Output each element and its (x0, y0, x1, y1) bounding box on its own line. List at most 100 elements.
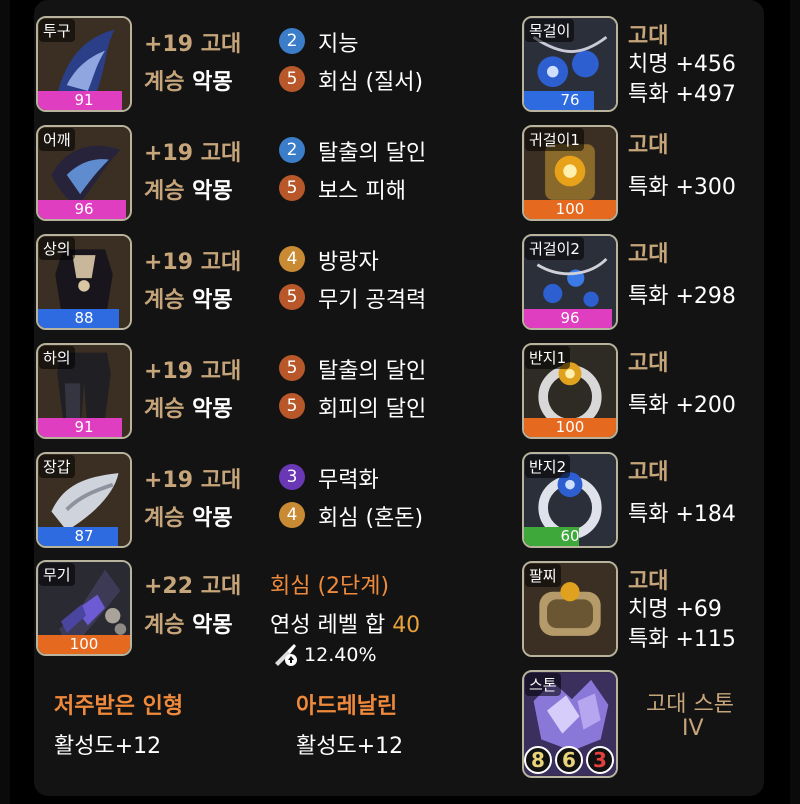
accessory-stat: 치명 +69 (628, 597, 722, 622)
quality-value: 100 (555, 200, 585, 218)
slot-label: 귀걸이2 (525, 237, 584, 260)
grade: 고대 (200, 574, 242, 599)
succession-value: 악몽 (192, 70, 233, 95)
refine-label: 연성 레벨 합 (270, 613, 386, 638)
quality-value: 100 (69, 635, 99, 653)
upgrade-grade: +19 고대 (144, 26, 241, 58)
succession-value: 악몽 (192, 397, 233, 422)
bracelet-effect-2-name: 아드레날린 (296, 694, 398, 719)
quality-value: 96 (74, 200, 94, 218)
accessory-tile[interactable]: 반지1 100 (522, 343, 618, 439)
weapon-tile[interactable]: 무기 100 (36, 560, 132, 656)
upgrade-level: +19 (144, 250, 194, 275)
quality-bar: 88 (38, 309, 130, 328)
quality-value: 100 (555, 418, 585, 436)
effect-name: 회심 (혼돈) (318, 506, 424, 531)
upgrade-grade: +19 고대 (144, 462, 241, 494)
armor-tile[interactable]: 어깨 96 (36, 125, 132, 221)
quality-bar: 76 (524, 91, 616, 110)
grade: 고대 (200, 359, 242, 384)
effect-name: 무력화 (318, 468, 379, 493)
effect-level-badge: 5 (279, 355, 305, 381)
upgrade-level: +22 (144, 574, 194, 599)
grade: 고대 (200, 141, 242, 166)
quality-fill (524, 91, 594, 110)
slot-label: 목걸이 (525, 19, 575, 42)
effect-level-badge: 5 (279, 284, 305, 310)
accessory-stat: 특화 +298 (628, 284, 736, 309)
armor-tile[interactable]: 장갑 87 (36, 452, 132, 548)
quality-bar: 91 (38, 418, 130, 437)
bracelet-effect-1-stat: 활성도+12 (54, 734, 162, 759)
weapon-refine: 연성 레벨 합 40 (270, 607, 420, 639)
grade: 고대 (200, 32, 242, 57)
bracelet-effect-1-name: 저주받은 인형 (54, 694, 184, 719)
weapon-effect: 회심 (2단계) (270, 574, 390, 599)
left-edge (0, 0, 10, 804)
refine-value: 40 (392, 613, 421, 638)
slot-label: 어깨 (39, 128, 75, 151)
quality-bar: 96 (38, 200, 130, 219)
effect-name: 회심 (질서) (318, 70, 424, 95)
armor-tile[interactable]: 하의 91 (36, 343, 132, 439)
accessory-tile[interactable]: 목걸이 76 (522, 16, 618, 112)
effect-name: 회피의 달인 (318, 397, 427, 422)
slot-label: 귀걸이1 (525, 128, 584, 151)
upgrade-level: +19 (144, 359, 194, 384)
slot-label: 스톤 (525, 673, 561, 696)
succession: 계승 악몽 (144, 173, 233, 205)
quality-value: 76 (560, 91, 580, 109)
upgrade-grade: +19 고대 (144, 135, 241, 167)
upgrade-level: +19 (144, 32, 194, 57)
upgrade-grade: +19 고대 (144, 353, 241, 385)
effect-level-badge: 5 (279, 393, 305, 419)
succession-value: 악몽 (192, 288, 233, 313)
weapon-upgrade-grade: +22 고대 (144, 568, 241, 600)
quality-value: 91 (74, 418, 94, 436)
accessory-stat: 특화 +115 (628, 627, 736, 652)
sword-upgrade-icon (275, 644, 297, 666)
stone-value-2: 6 (555, 746, 583, 774)
accessory-stat: 특화 +184 (628, 502, 736, 527)
effect-level-badge: 2 (279, 28, 305, 54)
succession-label: 계승 (144, 70, 185, 95)
quality-bar: 91 (38, 91, 130, 110)
right-edge (790, 0, 800, 804)
slot-label: 팔찌 (525, 564, 561, 587)
stone-value-1: 8 (524, 746, 552, 774)
armor-tile[interactable]: 상의 88 (36, 234, 132, 330)
succession: 계승 악몽 (144, 64, 233, 96)
succession-label: 계승 (144, 397, 185, 422)
quality-bar: 60 (524, 527, 616, 546)
succession-value: 악몽 (192, 179, 233, 204)
quality-bar: 87 (38, 527, 130, 546)
quality-bar: 100 (524, 200, 616, 219)
grade: 고대 (628, 133, 669, 158)
accessory-tile[interactable]: 팔찌 (522, 561, 618, 657)
effect-level-badge: 4 (279, 246, 305, 272)
succession: 계승 악몽 (144, 500, 233, 532)
grade: 고대 (628, 460, 669, 485)
quality-value: 60 (560, 527, 580, 545)
upgrade-grade: +19 고대 (144, 244, 241, 276)
slot-label: 투구 (39, 19, 75, 42)
stone-title: 고대 스톤 (646, 692, 734, 717)
effect-level-badge: 4 (279, 502, 305, 528)
accessory-tile[interactable]: 귀걸이1 100 (522, 125, 618, 221)
bracelet-effect-2-stat: 활성도+12 (296, 734, 404, 759)
stone-value-3: 3 (586, 746, 614, 774)
stone-tier: IV (682, 716, 704, 741)
accessory-tile[interactable]: 반지2 60 (522, 452, 618, 548)
effect-name: 탈출의 달인 (318, 359, 427, 384)
grade: 고대 (628, 242, 669, 267)
succession-label: 계승 (144, 613, 185, 638)
accessory-stat: 특화 +200 (628, 393, 736, 418)
accessory-tile[interactable]: 귀걸이2 96 (522, 234, 618, 330)
quality-value: 91 (74, 91, 94, 109)
armor-tile[interactable]: 투구 91 (36, 16, 132, 112)
upgrade-level: +19 (144, 141, 194, 166)
grade: 고대 (200, 250, 242, 275)
succession-label: 계승 (144, 506, 185, 531)
accessory-stat: 특화 +300 (628, 175, 736, 200)
slot-label: 반지2 (525, 455, 571, 478)
